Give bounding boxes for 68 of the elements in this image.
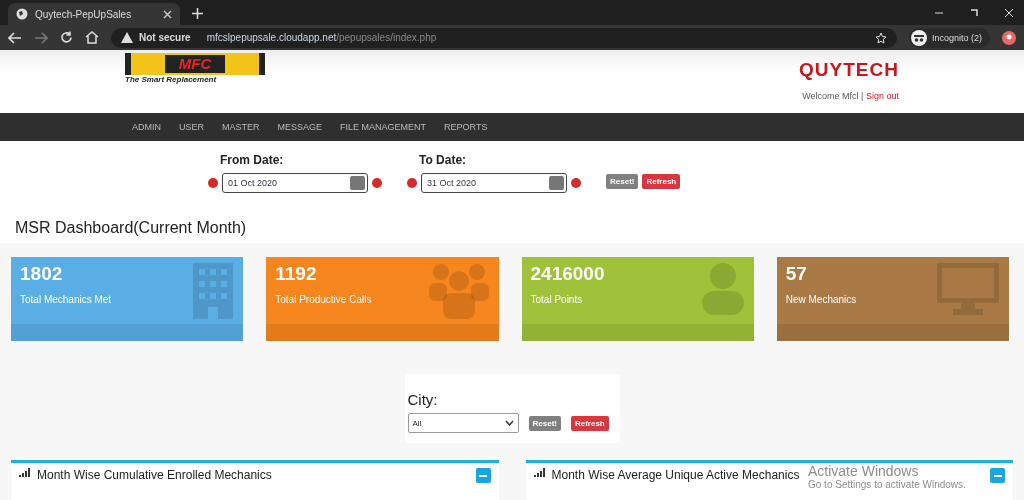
forward-icon[interactable] [34, 31, 48, 44]
close-icon[interactable] [163, 9, 172, 19]
logo-tagline: The Smart Replacement [125, 75, 218, 84]
reload-icon[interactable] [60, 31, 73, 44]
stat-value: 2416000 [530, 263, 605, 285]
welcome-text: Welcome Mfcl [802, 91, 859, 101]
stat-value: 57 [785, 263, 808, 285]
browser-tab[interactable]: Quytech-PepUpSales [8, 3, 180, 25]
nav-item[interactable]: USER [179, 121, 204, 132]
star-icon[interactable] [874, 31, 887, 44]
person-icon [701, 263, 744, 315]
stat-value: 1802 [20, 263, 64, 285]
activation-notice-title: Activate Windows [808, 463, 920, 479]
refresh-button[interactable]: Refresh [642, 174, 681, 190]
building-icon [193, 263, 234, 319]
reset-button[interactable]: Reset! [528, 415, 561, 431]
stat-label: Total Points [530, 294, 584, 305]
previous-icon[interactable] [407, 178, 417, 189]
avatar-icon[interactable] [1002, 30, 1016, 45]
to-date-label: To Date: [418, 153, 468, 168]
incognito-icon [910, 29, 927, 46]
profile-button[interactable]: Incognito (2) [908, 27, 990, 48]
from-date-field[interactable]: 01 Oct 2020 [222, 173, 368, 194]
brand-name: QUYTECH [799, 59, 899, 81]
chevron-icon [504, 420, 514, 426]
collapse-button[interactable] [475, 468, 491, 483]
stat-label: Total Mechanics Met [20, 294, 112, 305]
address-bar[interactable]: Not secure mfcslpepupsale.cloudapp.net/pepupsales/index.php [111, 27, 897, 48]
nav-item[interactable]: FILE MANAGEMENT [340, 121, 427, 132]
nav-item[interactable]: ADMIN [132, 121, 161, 132]
panel-title: Month Wise Cumulative Enrolled Mechanics [37, 468, 272, 482]
nav-item[interactable]: MESSAGE [277, 121, 323, 132]
collapse-button[interactable] [990, 468, 1005, 483]
bar-chart-icon [533, 468, 546, 477]
bar-chart-icon [19, 468, 31, 477]
warning-icon [121, 32, 133, 43]
stat-value: 1192 [275, 263, 318, 285]
new-tab-icon[interactable] [192, 8, 203, 19]
nav-item[interactable]: MASTER [222, 121, 260, 132]
activation-notice-text: Go to Settings to activate Windows. [808, 479, 966, 490]
nav-item[interactable]: REPORTS [444, 121, 488, 132]
next-icon[interactable] [571, 178, 581, 189]
previous-icon[interactable] [208, 178, 218, 189]
panel-title: Month Wise Average Unique Active Mechanics [551, 468, 800, 482]
back-icon[interactable] [8, 31, 22, 44]
home-icon[interactable] [85, 31, 99, 44]
next-icon[interactable] [372, 178, 382, 189]
separator: | [861, 91, 864, 101]
calendar-icon[interactable] [350, 176, 365, 191]
url-text: mfcslpepupsale.cloudapp.net/pepupsales/index.php [206, 32, 437, 43]
dashboard-title: MSR Dashboard(Current Month) [0, 201, 1024, 243]
city-label: City: [407, 391, 438, 408]
group-icon [428, 263, 489, 319]
close-icon[interactable] [1004, 8, 1014, 18]
from-date-label: From Date: [219, 153, 285, 168]
reset-button[interactable]: Reset! [606, 174, 639, 190]
globe-icon [16, 8, 28, 20]
calendar-icon[interactable] [549, 176, 564, 191]
sign-out-link[interactable]: Sign out [865, 91, 899, 101]
security-label: Not secure [139, 32, 191, 43]
to-date-field[interactable]: 31 Oct 2020 [421, 173, 567, 194]
tab-title: Quytech-PepUpSales [35, 8, 132, 20]
city-dropdown[interactable]: All [407, 413, 519, 433]
restore-icon[interactable] [969, 8, 979, 18]
logo: MFC [125, 53, 265, 75]
refresh-button[interactable]: Refresh [570, 415, 609, 431]
stat-label: New Mechanics [785, 294, 857, 305]
stat-label: Total Productive Calls [275, 294, 372, 305]
